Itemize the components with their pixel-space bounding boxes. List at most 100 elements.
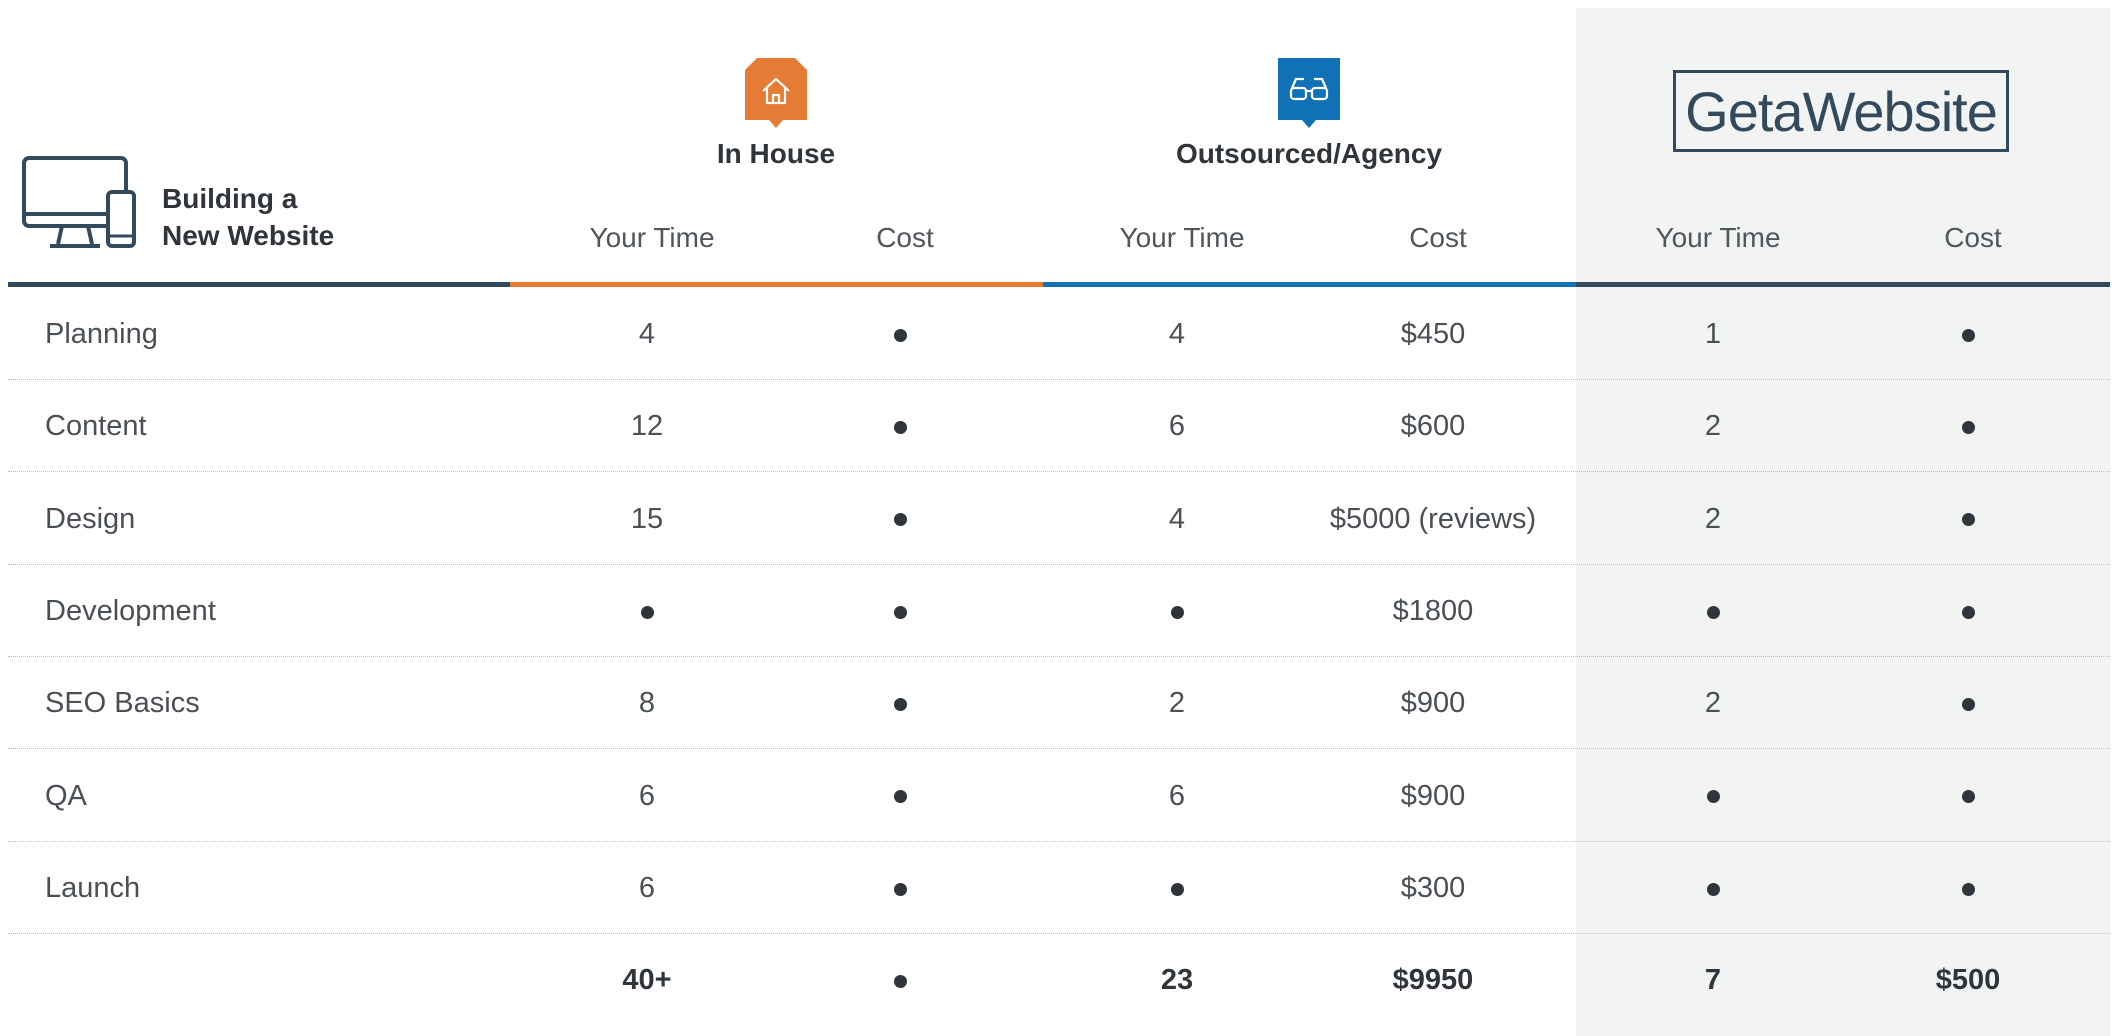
cell-ih-time: 12 [630,410,664,443]
in-house-cost-header: Cost [876,222,934,253]
cell-ag-time: 23 [1160,964,1194,997]
dot-marker [1961,513,1975,527]
cell-ih-time: 40+ [622,964,672,997]
in-house-title: In House [716,138,836,169]
table-row: Design 15 4 $5000 (reviews) 2 [8,473,2110,565]
cell-ag-cost: $9950 [1392,964,1474,997]
table-title-block: Building a New Website [22,156,382,256]
table-title-line1: Building a [162,183,298,214]
cell-ih-cost [775,750,1025,842]
cell-ih-cost [775,842,1025,934]
cell-gw-cost: $500 [1935,964,2001,997]
cell-ih-time: 8 [638,687,656,720]
cell-ih-cost [775,380,1025,472]
cell-gw-time: 2 [1704,502,1722,535]
dot-marker [893,974,907,988]
cell-gw-cost [1843,565,2093,657]
cell-ag-time: 4 [1168,318,1186,350]
cell-task: Launch [45,871,141,904]
table-row: Planning 4 4 $450 1 [8,288,2110,380]
dot-marker [1706,882,1720,896]
header-rule-tasks [8,282,510,287]
table-row: Development $1800 [8,565,2110,657]
cell-ag-time: 4 [1168,502,1186,535]
dot-marker [893,421,907,435]
cell-gw-time: 7 [1704,964,1722,997]
cell-task [45,934,345,1026]
cell-task: QA [45,779,87,812]
dot-marker [893,698,907,712]
cell-ih-time [522,565,772,657]
cell-ag-time [1052,565,1302,657]
cell-ih-time: 15 [630,502,664,535]
cell-task: Planning [45,318,158,350]
getawebsite-logo-text: GetaWebsite [1685,79,1998,143]
dot-marker [893,513,907,527]
dot-marker [893,790,907,804]
dot-marker [1961,421,1975,435]
cell-ih-cost [775,473,1025,565]
monitor-phone-icon [22,156,136,248]
cell-gw-cost [1843,842,2093,934]
dot-marker [1170,882,1184,896]
table-row: Launch 6 $300 [8,842,2110,934]
dot-marker [893,882,907,896]
cell-ag-cost: $600 [1400,410,1466,443]
cell-gw-time [1588,750,1838,842]
dot-marker [1961,328,1975,342]
cell-task: SEO Basics [45,687,200,720]
cell-ih-cost [775,288,1025,380]
dot-marker [893,328,907,342]
cell-ih-cost [775,657,1025,749]
cell-task: Development [45,594,216,627]
cell-gw-time: 1 [1704,318,1722,350]
table-row: QA 6 6 $900 [8,750,2110,842]
glasses-icon [1278,58,1340,128]
table-title: Building a New Website [162,180,334,254]
cell-gw-cost [1843,473,2093,565]
getawebsite-logo: GetaWebsite [1673,70,2009,152]
cell-gw-cost [1843,288,2093,380]
header-rule-in-house [510,282,1043,287]
header-rule-agency [1043,282,1576,287]
dot-marker [1961,698,1975,712]
dot-marker [640,605,654,619]
in-house-time-header: Your Time [589,222,715,253]
table-row: Content 12 6 $600 2 [8,380,2110,473]
cell-gw-time [1588,565,1838,657]
cell-ag-time: 6 [1168,779,1186,812]
cell-gw-cost [1843,657,2093,749]
getawebsite-cost-header: Cost [1944,222,2002,253]
totals-row: 40+ 23 $9950 7 $500 [8,934,2110,1026]
cell-ih-cost [775,934,1025,1026]
agency-time-header: Your Time [1119,222,1245,253]
dot-marker [1170,605,1184,619]
cell-ih-time: 6 [638,779,656,812]
dot-marker [1706,790,1720,804]
cell-gw-time: 2 [1704,410,1722,443]
cell-ag-cost: $300 [1400,871,1466,904]
cell-ag-cost: $450 [1400,318,1466,350]
cell-ih-time: 4 [638,318,656,350]
cell-ag-cost: $900 [1400,779,1466,812]
cell-gw-cost [1843,750,2093,842]
cell-gw-time: 2 [1704,687,1722,720]
cell-task: Design [45,502,136,535]
cell-ih-cost [775,565,1025,657]
cell-gw-time [1588,842,1838,934]
agency-cost-header: Cost [1409,222,1467,253]
dot-marker [1706,605,1720,619]
cell-ih-time: 6 [638,871,656,904]
dot-marker [1961,605,1975,619]
cell-ag-time: 6 [1168,410,1186,443]
dot-marker [1961,882,1975,896]
table-title-line2: New Website [162,220,335,251]
dot-marker [893,605,907,619]
agency-title: Outsourced/Agency [1175,138,1443,169]
cell-ag-cost: $5000 (reviews) [1329,502,1537,535]
cell-task: Content [45,410,147,443]
house-icon [745,58,807,128]
cell-ag-cost: $1800 [1392,594,1474,627]
dot-marker [1961,790,1975,804]
cell-gw-cost [1843,380,2093,472]
